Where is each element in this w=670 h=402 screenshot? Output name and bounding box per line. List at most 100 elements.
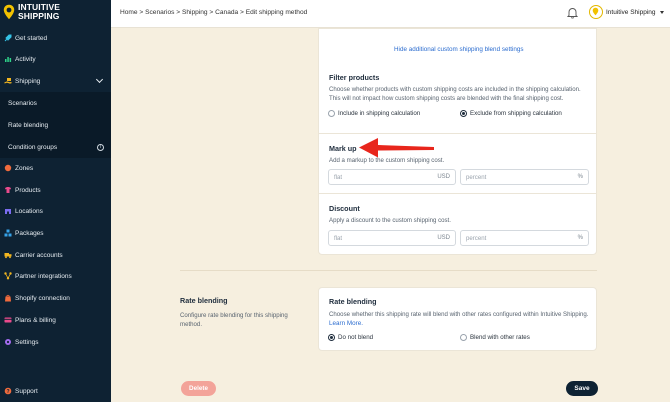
sidebar-item-label: Condition groups — [8, 143, 58, 151]
do-not-blend-label: Do not blend — [338, 334, 374, 341]
sidebar-item-zones[interactable]: Zones — [0, 158, 111, 178]
exclude-label: Exclude from shipping calculation — [470, 110, 562, 117]
globe-icon — [4, 164, 12, 172]
sidebar: INTUITIVE SHIPPING Get started Activity … — [0, 0, 111, 402]
sidebar-item-shipping[interactable]: Shipping — [0, 71, 111, 91]
annotation-arrow-icon — [359, 138, 434, 158]
include-label: Include in shipping calculation — [338, 110, 421, 117]
include-option[interactable]: Include in shipping calculation — [328, 110, 420, 117]
percent-placeholder: percent — [466, 174, 487, 181]
blend-with-others-option[interactable]: Blend with other rates — [460, 334, 530, 341]
app-logo[interactable]: INTUITIVE SHIPPING — [3, 3, 60, 20]
sidebar-item-label: Carrier accounts — [15, 251, 63, 259]
card-icon — [4, 317, 12, 323]
info-icon[interactable]: i — [97, 143, 104, 151]
do-not-blend-option[interactable]: Do not blend — [328, 334, 373, 341]
avatar — [589, 5, 603, 19]
filter-products-description: Choose whether products with custom ship… — [329, 86, 581, 102]
bag-icon — [5, 294, 11, 302]
sidebar-item-label: Zones — [15, 164, 34, 172]
exclude-radio[interactable] — [460, 110, 467, 117]
flat-placeholder: flat — [334, 174, 343, 181]
rate-blending-section-title: Rate blending — [180, 296, 228, 305]
building-icon — [5, 209, 11, 214]
percent-unit: % — [577, 174, 583, 180]
discount-description: Apply a discount to the custom shipping … — [329, 217, 451, 224]
section-divider — [180, 270, 597, 271]
rate-blending-card-title: Rate blending — [329, 297, 377, 306]
markup-flat-input[interactable]: flat USD — [328, 169, 456, 185]
percent-unit: % — [577, 235, 583, 241]
sidebar-item-label: Shopify connection — [15, 294, 70, 302]
rate-blending-desc-text: Choose whether this shipping rate will b… — [329, 311, 589, 318]
discount-flat-input[interactable]: flat USD — [328, 230, 456, 246]
hand-box-icon — [4, 78, 12, 84]
sidebar-item-get-started[interactable]: Get started — [0, 28, 111, 48]
sidebar-item-label: Partner integrations — [15, 272, 72, 280]
sidebar-item-packages[interactable]: Packages — [0, 223, 111, 243]
chevron-down-icon — [95, 75, 104, 84]
markup-percent-input[interactable]: percent % — [460, 169, 589, 185]
flat-placeholder: flat — [334, 235, 343, 242]
save-button[interactable]: Save — [566, 381, 598, 396]
rate-blending-section-description: Configure rate blending for this shippin… — [180, 312, 288, 328]
sidebar-item-carrier-accounts[interactable]: Carrier accounts — [0, 245, 111, 265]
sidebar-item-support[interactable]: ? Support — [0, 381, 111, 401]
section-divider — [319, 193, 596, 194]
help-icon: ? — [4, 387, 12, 395]
sidebar-item-label: Settings — [15, 338, 39, 346]
sidebar-item-label: Shipping — [15, 77, 41, 85]
sidebar-item-label: Activity — [15, 55, 36, 63]
sidebar-item-label: Packages — [15, 229, 44, 237]
store-switcher[interactable]: Intuitive Shipping — [589, 5, 664, 19]
currency-unit: USD — [437, 174, 450, 180]
sidebar-item-label: Locations — [15, 207, 43, 215]
sidebar-item-plans-billing[interactable]: Plans & billing — [0, 310, 111, 330]
store-name: Intuitive Shipping — [606, 8, 656, 16]
sidebar-item-scenarios[interactable]: Scenarios — [0, 92, 111, 114]
learn-more-link[interactable]: Learn More. — [329, 320, 363, 327]
hide-blend-settings-link[interactable]: Hide additional custom shipping blend se… — [394, 46, 524, 53]
markup-title: Mark up — [329, 144, 357, 153]
percent-placeholder: percent — [466, 235, 487, 242]
include-radio[interactable] — [328, 110, 335, 117]
sidebar-item-settings[interactable]: Settings — [0, 332, 111, 352]
rate-blending-card-description: Choose whether this shipping rate will b… — [329, 311, 591, 328]
rate-blending-card: Rate blending Choose whether this shippi… — [318, 287, 597, 351]
boxes-icon — [4, 229, 12, 237]
sidebar-item-rate-blending[interactable]: Rate blending — [0, 114, 111, 136]
brand-line-2: SHIPPING — [18, 10, 60, 21]
gear-icon — [5, 339, 11, 345]
svg-text:?: ? — [6, 389, 9, 395]
sidebar-item-locations[interactable]: Locations — [0, 201, 111, 221]
sidebar-item-condition-groups[interactable]: Condition groups i — [0, 136, 111, 158]
sidebar-item-activity[interactable]: Activity — [0, 49, 111, 69]
exclude-option[interactable]: Exclude from shipping calculation — [460, 110, 562, 117]
sidebar-item-label: Scenarios — [8, 99, 37, 107]
delete-button[interactable]: Delete — [181, 381, 216, 396]
sidebar-item-label: Rate blending — [8, 121, 49, 129]
caret-down-icon — [659, 10, 664, 14]
filter-products-title: Filter products — [329, 73, 380, 82]
chart-icon — [5, 57, 12, 62]
store-pin-icon — [592, 7, 599, 16]
section-divider — [319, 133, 596, 134]
blend-with-others-radio[interactable] — [460, 334, 467, 341]
breadcrumb[interactable]: Home > Scenarios > Shipping > Canada > E… — [120, 9, 307, 16]
bell-icon[interactable] — [567, 7, 578, 19]
sidebar-item-products[interactable]: Products — [0, 180, 111, 200]
do-not-blend-radio[interactable] — [328, 334, 335, 341]
logo-pin-icon — [3, 4, 15, 19]
shirt-icon — [5, 187, 11, 193]
discount-title: Discount — [329, 204, 360, 213]
truck-icon — [4, 253, 12, 259]
sidebar-item-label: Plans & billing — [15, 316, 56, 324]
sidebar-item-label: Support — [15, 387, 38, 395]
sidebar-item-shopify-connection[interactable]: Shopify connection — [0, 288, 111, 308]
network-icon — [4, 272, 12, 280]
discount-percent-input[interactable]: percent % — [460, 230, 589, 246]
currency-unit: USD — [437, 235, 450, 241]
sidebar-item-label: Get started — [15, 34, 48, 42]
sidebar-item-partner-integrations[interactable]: Partner integrations — [0, 266, 111, 286]
sidebar-item-label: Products — [15, 186, 41, 194]
